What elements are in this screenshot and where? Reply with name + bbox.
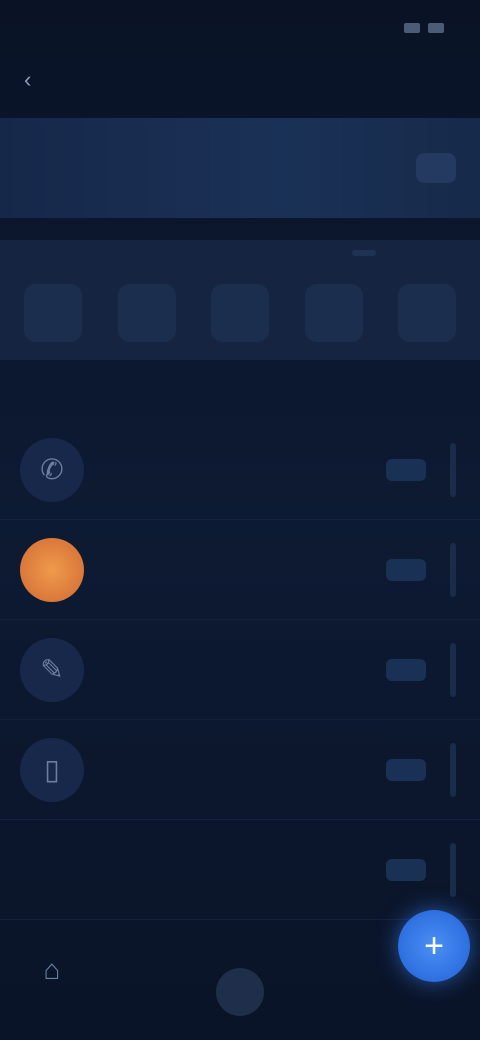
day-item[interactable] [211,284,269,342]
pencil-icon: ✎ [20,637,84,702]
device-icon: ▯ [20,737,84,802]
day-item[interactable] [304,284,363,342]
app-header: ‹ [0,56,480,104]
list-item[interactable]: ✎ [0,620,480,720]
day-selector [24,284,456,350]
orange-circle-icon [20,537,84,602]
day-item[interactable] [398,284,456,342]
status-icons [404,23,444,33]
list-item-handle [450,642,456,697]
battery-icon [428,23,444,33]
list-item[interactable]: ▯ [0,720,480,820]
signal-icon [404,23,420,33]
week-strip [0,240,480,360]
home-indicator[interactable] [216,968,264,1016]
list-item-badge [386,658,426,681]
list-item-handle [450,442,456,497]
list-item[interactable] [0,820,480,920]
list-item-badge [386,558,426,581]
list-item-badge [386,858,426,881]
plus-icon: + [424,926,444,965]
phone-icon: ✆ [20,437,84,502]
list-item-handle [450,842,456,897]
list-item[interactable]: ✆ [0,420,480,520]
day-item[interactable] [24,284,82,342]
list-item-badge [386,458,426,481]
home-icon: ⌂ [43,954,61,985]
summary-card[interactable] [0,118,480,218]
list-item-handle [450,542,456,597]
status-bar [0,0,480,56]
list-item-handle [450,742,456,797]
add-button[interactable]: + [398,910,470,982]
blank-icon [20,838,84,902]
arrow-left-icon[interactable]: ‹ [24,69,42,91]
week-label [352,250,376,256]
list-item[interactable] [0,520,480,620]
day-item[interactable] [117,284,176,342]
chevron-right-icon[interactable] [416,153,456,183]
list-item-badge [386,758,426,781]
